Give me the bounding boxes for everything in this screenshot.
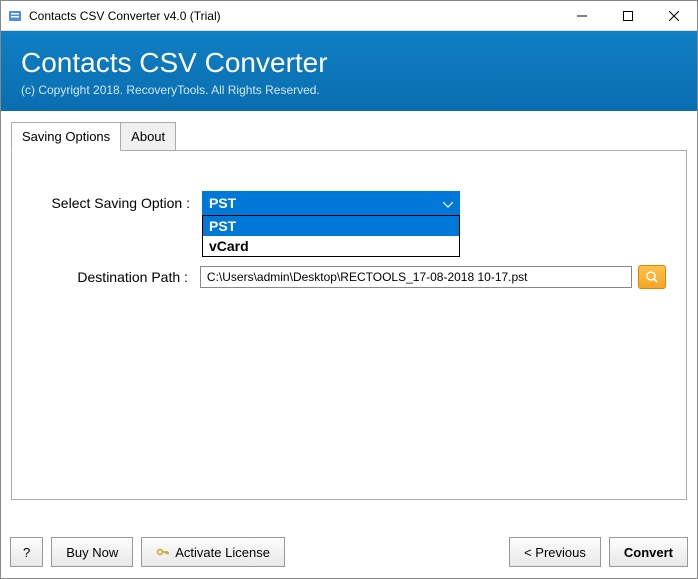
destination-row: Destination Path : [32, 265, 666, 289]
help-button[interactable]: ? [10, 537, 43, 567]
browse-button[interactable] [638, 265, 666, 289]
destination-path-input[interactable] [200, 266, 632, 288]
dropdown-option-vcard[interactable]: vCard [203, 236, 459, 256]
saving-option-label: Select Saving Option : [32, 195, 202, 211]
banner: Contacts CSV Converter (c) Copyright 201… [1, 31, 697, 111]
copyright-text: (c) Copyright 2018. RecoveryTools. All R… [21, 83, 677, 97]
select-value: PST [209, 195, 236, 211]
close-button[interactable] [651, 1, 697, 30]
saving-option-select-wrap: PST PST vCard [202, 191, 460, 215]
activate-license-button[interactable]: Activate License [141, 537, 285, 567]
tab-saving-options[interactable]: Saving Options [11, 122, 121, 151]
saving-option-select[interactable]: PST [202, 191, 460, 215]
titlebar: Contacts CSV Converter v4.0 (Trial) [1, 1, 697, 31]
window-controls [559, 1, 697, 30]
footer-bar: ? Buy Now Activate License < Previous Co… [10, 537, 688, 567]
chevron-down-icon [443, 195, 453, 211]
maximize-button[interactable] [605, 1, 651, 30]
tab-bar: Saving Options About [11, 121, 687, 150]
saving-option-row: Select Saving Option : PST PST vCard [32, 191, 666, 215]
app-title: Contacts CSV Converter [21, 47, 677, 79]
destination-label: Destination Path : [32, 269, 200, 285]
tab-about[interactable]: About [121, 122, 176, 151]
minimize-button[interactable] [559, 1, 605, 30]
buy-now-button[interactable]: Buy Now [51, 537, 133, 567]
previous-button[interactable]: < Previous [509, 537, 601, 567]
key-icon [156, 545, 170, 559]
app-icon [7, 8, 23, 24]
tab-panel: Select Saving Option : PST PST vCard Des… [11, 150, 687, 500]
saving-option-dropdown: PST vCard [202, 215, 460, 257]
window-title: Contacts CSV Converter v4.0 (Trial) [29, 9, 559, 23]
activate-label: Activate License [175, 545, 270, 560]
convert-button[interactable]: Convert [609, 537, 688, 567]
dropdown-option-pst[interactable]: PST [203, 216, 459, 236]
content-area: Saving Options About Select Saving Optio… [1, 111, 697, 500]
search-folder-icon [645, 270, 659, 284]
